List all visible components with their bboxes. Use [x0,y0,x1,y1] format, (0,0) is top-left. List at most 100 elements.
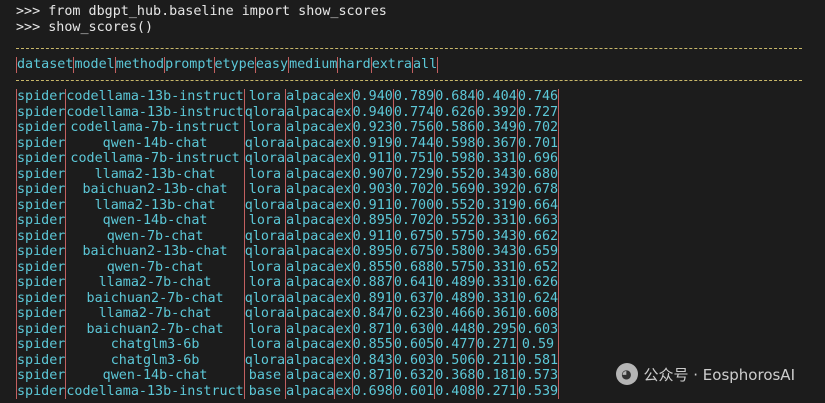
cell-all: 0.727 [516,104,560,120]
cell-hard: 0.598 [434,135,476,151]
cell-dataset: spider [15,166,66,182]
cell-hard: 0.626 [434,104,476,120]
cell-model: codellama-13b-instruct [65,383,245,399]
command-text: from dbgpt_hub.baseline import show_scor… [48,4,387,19]
cell-extra: 0.211 [475,352,518,368]
cell-all: 0.746 [516,89,560,105]
cell-prompt: alpaca [285,259,335,275]
cell-medium: 0.702 [392,182,435,198]
cell-easy: 0.903 [351,182,394,198]
cell-prompt: alpaca [285,120,335,136]
cell-model: llama2-7b-chat [65,275,245,291]
scores-table-header: dataset model method prompt etype easy medium h… [15,57,439,73]
cell-extra: 0.367 [475,135,518,151]
cell-hard: 0.489 [434,275,476,291]
table-row: spider llama2-13b-chat qlora alpaca ex 0.911 0… [15,197,560,213]
cell-model: qwen-14b-chat [65,213,245,229]
cell-etype: ex [334,213,353,229]
cell-etype: ex [334,383,353,399]
cell-dataset: spider [15,383,66,399]
cell-hard: 0.575 [434,228,476,244]
cell-easy: 0.895 [351,213,394,229]
cell-method: qlora [243,104,286,120]
column-header-etype: etype [213,57,256,73]
cell-medium: 0.675 [392,228,435,244]
cell-dataset: spider [15,151,66,167]
column-header-model: model [73,57,116,73]
cell-etype: ex [334,89,353,105]
cell-dataset: spider [15,290,66,306]
prompt-symbol: >>> [16,4,41,19]
cell-hard: 0.552 [434,197,476,213]
cell-etype: ex [334,182,353,198]
cell-model: codellama-7b-instruct [65,120,245,136]
cell-model: baichuan2-7b-chat [65,321,245,337]
cell-dataset: spider [15,197,66,213]
cell-model: chatglm3-6b [65,337,245,353]
cell-extra: 0.349 [475,120,518,136]
column-header-extra: extra [370,57,413,73]
cell-dataset: spider [15,120,66,136]
cell-prompt: alpaca [285,135,335,151]
cell-medium: 0.623 [392,306,435,322]
cell-extra: 0.295 [475,321,518,337]
cell-prompt: alpaca [285,228,335,244]
cell-dataset: spider [15,213,66,229]
cell-method: qlora [243,151,286,167]
cell-extra: 0.319 [475,197,518,213]
cell-prompt: alpaca [285,306,335,322]
cell-etype: ex [334,120,353,136]
cell-easy: 0.871 [351,321,394,337]
cell-all: 0.696 [516,151,560,167]
cell-medium: 0.789 [392,89,435,105]
column-header-easy: easy [254,57,289,73]
cell-medium: 0.688 [392,259,435,275]
watermark-text: 公众号 · EosphorosAI [643,365,796,384]
cell-easy: 0.911 [351,228,394,244]
cell-easy: 0.895 [351,244,394,260]
cell-method: base [243,368,286,384]
column-header-all: all [411,57,439,73]
cell-all: 0.663 [516,213,560,229]
cell-medium: 0.756 [392,120,435,136]
cell-extra: 0.392 [475,104,518,120]
cell-etype: ex [334,352,353,368]
cell-model: qwen-7b-chat [65,228,245,244]
cell-easy: 0.855 [351,337,394,353]
table-row: spider qwen-14b-chat qlora alpaca ex 0.919 0.7… [15,135,560,151]
cell-medium: 0.744 [392,135,435,151]
cell-prompt: alpaca [285,151,335,167]
cell-model: llama2-7b-chat [65,306,245,322]
cell-etype: ex [334,197,353,213]
cell-all: 0.680 [516,166,560,182]
cell-method: lora [243,89,286,105]
cell-etype: ex [334,135,353,151]
cell-hard: 0.489 [434,290,476,306]
table-row: spider qwen-14b-chat base alpaca ex 0.871 0.63… [15,368,560,384]
cell-all: 0.659 [516,244,560,260]
column-header-medium: medium [288,57,338,73]
cell-extra: 0.271 [475,337,518,353]
cell-extra: 0.331 [475,151,518,167]
cell-easy: 0.698 [351,383,394,399]
cell-medium: 0.637 [392,290,435,306]
table-row: spider llama2-7b-chat qlora alpaca ex 0.847 0.… [15,306,560,322]
cell-method: lora [243,166,286,182]
cell-easy: 0.871 [351,368,394,384]
cell-method: lora [243,321,286,337]
cell-easy: 0.911 [351,151,394,167]
cell-etype: ex [334,321,353,337]
cell-hard: 0.580 [434,244,476,260]
cell-easy: 0.891 [351,290,394,306]
cell-method: lora [243,337,286,353]
cell-method: lora [243,213,286,229]
cell-extra: 0.343 [475,166,518,182]
cell-extra: 0.331 [475,259,518,275]
table-row: spider baichuan2-13b-chat lora alpaca ex 0.90… [15,182,560,198]
cell-hard: 0.477 [434,337,476,353]
cell-etype: ex [334,306,353,322]
cell-etype: ex [334,151,353,167]
cell-all: 0.603 [516,321,560,337]
cell-easy: 0.911 [351,197,394,213]
command-text: show_scores() [48,20,154,35]
